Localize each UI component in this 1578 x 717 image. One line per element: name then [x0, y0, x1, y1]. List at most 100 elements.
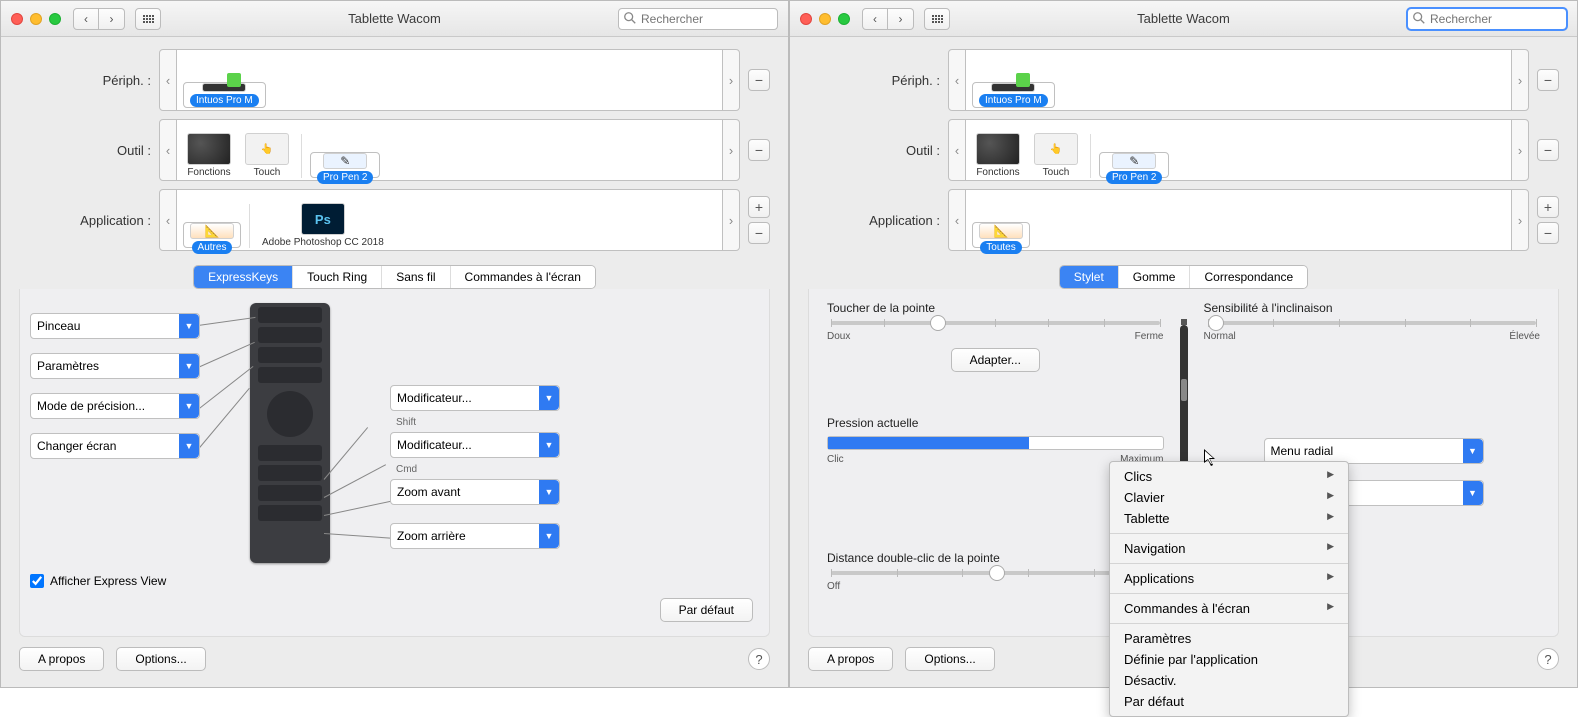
menu-clics[interactable]: Clics	[1110, 466, 1348, 487]
menu-definie-application[interactable]: Définie par l'application	[1110, 649, 1348, 670]
tool-remove-button[interactable]: −	[1537, 139, 1559, 161]
app-remove-button[interactable]: −	[1537, 222, 1559, 244]
search-input[interactable]	[1407, 8, 1567, 30]
device-row: Périph. : ‹ Intuos Pro M › −	[808, 49, 1559, 111]
tab-stylet[interactable]: Stylet	[1060, 266, 1119, 288]
tab-sansfil[interactable]: Sans fil	[382, 266, 450, 288]
tool-touch[interactable]: 👆Touch	[241, 133, 293, 178]
tab-expresskeys[interactable]: ExpressKeys	[194, 266, 293, 288]
show-all-button[interactable]	[924, 8, 950, 30]
window-controls	[11, 13, 61, 25]
minimize-icon[interactable]	[30, 13, 42, 25]
tabs: ExpressKeys Touch Ring Sans fil Commande…	[19, 265, 770, 289]
tilt-max-label: Élevée	[1509, 331, 1540, 342]
tool-remove-button[interactable]: −	[748, 139, 770, 161]
device-next-button[interactable]: ›	[722, 49, 740, 111]
tool-prev-button[interactable]: ‹	[159, 119, 177, 181]
application-label: Application :	[808, 213, 948, 228]
search-field[interactable]	[1407, 8, 1567, 30]
search-input[interactable]	[618, 8, 778, 30]
app-toutes[interactable]: 📐Toutes	[972, 222, 1030, 248]
show-all-button[interactable]	[135, 8, 161, 30]
express-view-input[interactable]	[30, 574, 44, 588]
app-autres[interactable]: 📐Autres	[183, 222, 241, 248]
forward-button[interactable]: ›	[99, 8, 125, 30]
slider-knob[interactable]	[1208, 315, 1224, 331]
app-remove-button[interactable]: −	[748, 222, 770, 244]
tool-next-button[interactable]: ›	[1511, 119, 1529, 181]
back-button[interactable]: ‹	[73, 8, 99, 30]
menu-navigation[interactable]: Navigation	[1110, 538, 1348, 559]
device-intuos[interactable]: Intuos Pro M	[183, 82, 266, 108]
express-view-checkbox[interactable]: Afficher Express View	[30, 574, 166, 588]
menu-tablette[interactable]: Tablette	[1110, 508, 1348, 529]
app-add-button[interactable]: +	[1537, 196, 1559, 218]
slider-knob[interactable]	[989, 565, 1005, 581]
about-button[interactable]: A propos	[808, 647, 893, 671]
help-button[interactable]: ?	[1537, 648, 1559, 670]
app-photoshop[interactable]: PsAdobe Photoshop CC 2018	[258, 203, 388, 248]
tool-label: Outil :	[808, 143, 948, 158]
tip-max-label: Ferme	[1135, 331, 1164, 342]
device-well: Intuos Pro M	[177, 49, 722, 111]
app-add-button[interactable]: +	[748, 196, 770, 218]
key1-select[interactable]: Pinceau▼	[30, 313, 200, 339]
key8-select[interactable]: Zoom arrière▼	[390, 523, 560, 549]
zoom-icon[interactable]	[838, 13, 850, 25]
tool-touch[interactable]: 👆Touch	[1030, 133, 1082, 178]
minimize-icon[interactable]	[819, 13, 831, 25]
tilt-slider[interactable]	[1208, 321, 1537, 325]
key3-select[interactable]: Mode de précision...▼	[30, 393, 200, 419]
tool-prev-button[interactable]: ‹	[948, 119, 966, 181]
menu-par-defaut[interactable]: Par défaut	[1110, 691, 1348, 712]
app-next-button[interactable]: ›	[1511, 189, 1529, 251]
device-intuos[interactable]: Intuos Pro M	[972, 82, 1055, 108]
tab-gomme[interactable]: Gomme	[1119, 266, 1191, 288]
options-button[interactable]: Options...	[116, 647, 205, 671]
tool-fonctions[interactable]: Fonctions	[183, 133, 235, 178]
menu-clavier[interactable]: Clavier	[1110, 487, 1348, 508]
menu-commandes-ecran[interactable]: Commandes à l'écran	[1110, 598, 1348, 619]
menu-applications[interactable]: Applications	[1110, 568, 1348, 589]
tip-feel-slider[interactable]	[831, 321, 1160, 325]
tool-next-button[interactable]: ›	[722, 119, 740, 181]
forward-button[interactable]: ›	[888, 8, 914, 30]
device-prev-button[interactable]: ‹	[159, 49, 177, 111]
tool-fonctions[interactable]: Fonctions	[972, 133, 1024, 178]
help-button[interactable]: ?	[748, 648, 770, 670]
tab-commandes-ecran[interactable]: Commandes à l'écran	[451, 266, 595, 288]
device-remove-button[interactable]: −	[748, 69, 770, 91]
search-field[interactable]	[618, 8, 778, 30]
key7-select[interactable]: Zoom avant▼	[390, 479, 560, 505]
app-prev-button[interactable]: ‹	[948, 189, 966, 251]
tool-propen2[interactable]: ✎Pro Pen 2	[1099, 152, 1169, 178]
device-next-button[interactable]: ›	[1511, 49, 1529, 111]
application-row: Application : ‹ 📐Autres PsAdobe Photosho…	[19, 189, 770, 251]
pressure-bar	[827, 436, 1164, 450]
slider-knob[interactable]	[930, 315, 946, 331]
key2-select[interactable]: Paramètres▼	[30, 353, 200, 379]
device-remove-button[interactable]: −	[1537, 69, 1559, 91]
back-button[interactable]: ‹	[862, 8, 888, 30]
divider	[301, 134, 302, 178]
app-prev-button[interactable]: ‹	[159, 189, 177, 251]
tool-propen2[interactable]: ✎Pro Pen 2	[310, 152, 380, 178]
tab-touchring[interactable]: Touch Ring	[293, 266, 382, 288]
app-next-button[interactable]: ›	[722, 189, 740, 251]
key6-select[interactable]: Modificateur...▼	[390, 432, 560, 458]
tab-correspondance[interactable]: Correspondance	[1190, 266, 1307, 288]
menu-parametres[interactable]: Paramètres	[1110, 628, 1348, 649]
chevron-down-icon: ▼	[179, 354, 199, 378]
zoom-icon[interactable]	[49, 13, 61, 25]
device-prev-button[interactable]: ‹	[948, 49, 966, 111]
close-icon[interactable]	[11, 13, 23, 25]
options-button[interactable]: Options...	[905, 647, 994, 671]
key4-select[interactable]: Changer écran▼	[30, 433, 200, 459]
close-icon[interactable]	[800, 13, 812, 25]
adapt-button[interactable]: Adapter...	[951, 348, 1040, 372]
default-button[interactable]: Par défaut	[660, 598, 753, 622]
about-button[interactable]: A propos	[19, 647, 104, 671]
all-apps-icon: 📐	[190, 223, 234, 239]
back-forward-buttons: ‹ ›	[862, 8, 914, 30]
key5-select[interactable]: Modificateur...▼	[390, 385, 560, 411]
